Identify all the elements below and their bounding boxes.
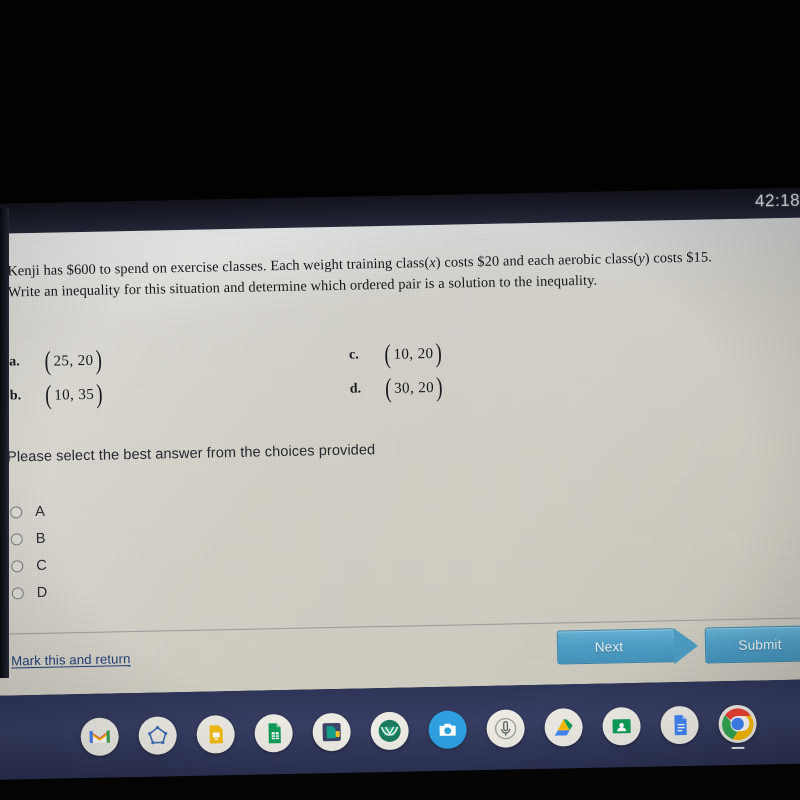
voice-recorder-icon[interactable]: [486, 709, 526, 748]
instruction-text: Please select the best answer from the c…: [6, 442, 376, 466]
choice-c: c. (10, 20): [349, 337, 444, 373]
shelf-app-gmail[interactable]: [78, 715, 121, 758]
right-paren: ): [96, 378, 104, 410]
choice-a-values: 25, 20: [53, 352, 94, 370]
google-docs-icon[interactable]: [660, 705, 699, 745]
left-paren: (: [44, 345, 52, 377]
choice-c-values: 10, 20: [393, 345, 434, 363]
shelf-icon-row: [78, 703, 759, 759]
google-sheets-icon[interactable]: [254, 713, 294, 753]
radio-circle-icon[interactable]: [10, 532, 23, 545]
camera-icon[interactable]: [428, 710, 468, 750]
choice-d-letter: d.: [349, 381, 362, 397]
left-paren: (: [384, 373, 393, 404]
choice-b: b. (10, 35): [10, 378, 105, 414]
radio-option-b[interactable]: B: [10, 525, 46, 553]
shelf-app-drive[interactable]: [542, 706, 585, 749]
photograph-of-chromebook-screen: 42:18 Kenji has $600 to spend on exercis…: [0, 0, 800, 800]
radio-circle-icon[interactable]: [10, 505, 23, 518]
question-line1-part1: Kenji has $600 to spend on exercise clas…: [7, 255, 430, 280]
right-paren: ): [436, 372, 444, 403]
radio-circle-icon[interactable]: [11, 586, 24, 599]
choice-a-pair: (25, 20): [43, 344, 104, 377]
question-line1-part2: ) costs $20 and each aerobic class(: [435, 250, 639, 271]
question-line1-part3: ) costs $15.: [644, 249, 713, 267]
choice-column-left: a. (25, 20) b. (10, 35): [9, 344, 105, 414]
choice-a: a. (25, 20): [9, 344, 104, 380]
choice-b-values: 10, 35: [54, 386, 95, 404]
choice-d-values: 30, 20: [394, 379, 435, 397]
choice-a-letter: a.: [9, 354, 20, 370]
radio-option-a[interactable]: A: [10, 498, 46, 526]
google-drive-icon[interactable]: [544, 708, 583, 747]
screen-left-edge: [0, 208, 9, 678]
radio-option-d[interactable]: D: [11, 579, 48, 607]
answer-choice-list: a. (25, 20) b. (10, 35) c. (10, 20) d.…: [9, 330, 791, 410]
radio-label-d: D: [36, 584, 48, 601]
countdown-timer: 42:18: [754, 190, 800, 211]
shelf-app-keep[interactable]: [194, 713, 237, 756]
shelf-app-slides-file[interactable]: [310, 711, 353, 754]
shelf-app-classroom[interactable]: [600, 705, 643, 748]
choice-column-right: c. (10, 20) d. (30, 20): [349, 337, 445, 407]
google-keep-icon[interactable]: [196, 715, 236, 754]
right-paren: ): [435, 338, 443, 369]
shelf-app-geometry[interactable]: [136, 714, 179, 757]
google-classroom-icon[interactable]: [602, 706, 641, 746]
radio-circle-icon[interactable]: [11, 559, 24, 572]
radio-label-c: C: [36, 557, 47, 574]
choice-c-pair: (10, 20): [383, 338, 444, 370]
radio-option-group: A B C D: [10, 498, 48, 607]
screen-area: 42:18 Kenji has $600 to spend on exercis…: [0, 187, 800, 800]
right-paren: ): [95, 344, 103, 376]
question-text: Kenji has $600 to spend on exercise clas…: [7, 246, 790, 304]
google-slides-file-icon[interactable]: [312, 712, 352, 752]
mark-this-and-return-link[interactable]: Mark this and return: [11, 651, 131, 668]
next-button[interactable]: Next: [556, 628, 676, 665]
question-panel: Kenji has $600 to spend on exercise clas…: [0, 217, 800, 696]
chrome-active-indicator: [731, 746, 745, 750]
left-paren: (: [384, 339, 392, 370]
shelf-app-docs[interactable]: [658, 704, 701, 747]
choice-d-pair: (30, 20): [384, 372, 445, 404]
choice-b-letter: b.: [9, 388, 22, 404]
shelf-app-chrome[interactable]: [716, 703, 759, 750]
radio-option-c[interactable]: C: [11, 552, 47, 580]
choice-c-letter: c.: [348, 347, 359, 363]
submit-button[interactable]: Submit: [704, 625, 800, 664]
radio-label-a: A: [35, 503, 46, 520]
shelf-app-desmos[interactable]: [368, 710, 411, 753]
choice-b-pair: (10, 35): [44, 378, 105, 411]
gmail-icon[interactable]: [80, 717, 120, 757]
left-paren: (: [44, 379, 53, 411]
shelf-app-camera[interactable]: [426, 708, 469, 751]
chrome-icon[interactable]: [718, 704, 757, 744]
shelf-app-voice-recorder[interactable]: [484, 707, 527, 750]
desmos-basket-icon[interactable]: [370, 711, 410, 751]
choice-d: d. (30, 20): [349, 371, 444, 407]
geometry-polygon-icon[interactable]: [138, 716, 178, 755]
radio-label-b: B: [35, 530, 46, 547]
shelf-app-sheets[interactable]: [252, 712, 295, 755]
